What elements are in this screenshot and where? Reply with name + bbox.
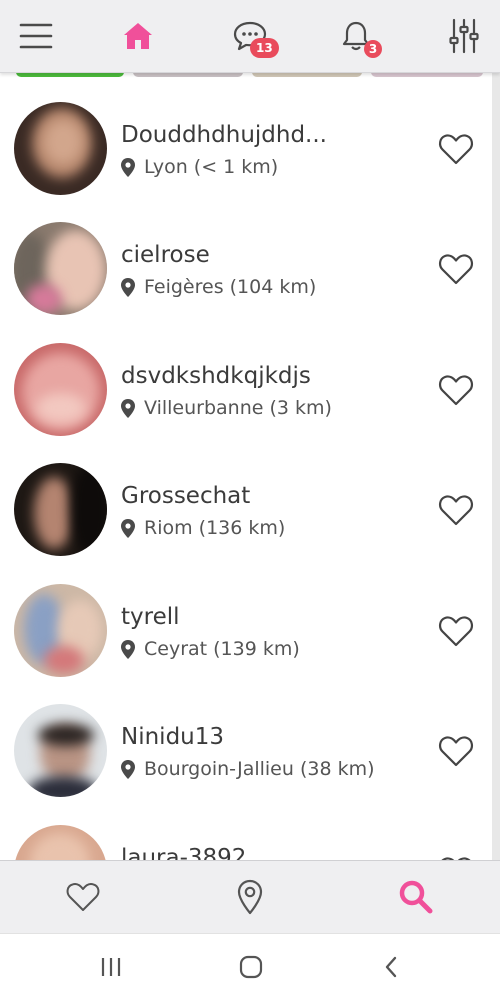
recents-icon[interactable] <box>96 952 126 982</box>
favorite-heart-icon[interactable] <box>438 133 474 165</box>
filters-icon[interactable] <box>442 14 486 58</box>
location-text: Lyon (< 1 km) <box>144 156 279 178</box>
location-pin-icon[interactable] <box>230 877 270 917</box>
location-text: Feigères (104 km) <box>144 276 317 298</box>
profile-name[interactable]: cielrose <box>121 242 210 268</box>
favorite-heart-icon[interactable] <box>438 735 474 767</box>
profile-location: Riom (136 km) <box>121 517 285 539</box>
list-item[interactable]: Grossechat Riom (136 km) <box>0 441 500 561</box>
list-item[interactable]: Douddhdhujdhd... Lyon (< 1 km) <box>0 80 500 200</box>
system-navigation-bar <box>0 933 500 1001</box>
profile-location: Ceyrat (139 km) <box>121 638 300 660</box>
location-text: Ceyrat (139 km) <box>144 638 300 660</box>
avatar[interactable] <box>14 463 107 556</box>
profile-name[interactable]: Grossechat <box>121 483 250 509</box>
bell-icon[interactable]: 3 <box>334 14 382 58</box>
favorites-heart-icon[interactable] <box>63 877 103 917</box>
profile-location: Lyon (< 1 km) <box>121 156 278 178</box>
favorite-heart-icon[interactable] <box>438 253 474 285</box>
profile-name[interactable]: Douddhdhujdhd... <box>121 122 327 148</box>
favorite-heart-icon[interactable] <box>438 494 474 526</box>
profile-location: Bourgoin-Jallieu (38 km) <box>121 758 375 780</box>
list-item[interactable]: cielrose Feigères (104 km) <box>0 200 500 320</box>
location-pin-icon <box>121 759 135 779</box>
back-icon[interactable] <box>376 952 406 982</box>
avatar[interactable] <box>14 584 107 677</box>
top-app-bar: 13 3 <box>0 0 500 73</box>
location-text: Riom (136 km) <box>144 517 286 539</box>
list-item[interactable]: laura-3892 <box>0 803 500 860</box>
profile-name[interactable]: tyrell <box>121 604 180 630</box>
menu-icon[interactable] <box>14 14 58 58</box>
bottom-navigation <box>0 860 500 933</box>
profile-location: Feigères (104 km) <box>121 276 316 298</box>
location-pin-icon <box>121 398 135 418</box>
avatar[interactable] <box>14 825 107 860</box>
list-item[interactable]: dsvdkshdkqjkdjs Villeurbanne (3 km) <box>0 321 500 441</box>
chat-icon[interactable]: 13 <box>228 14 279 58</box>
avatar[interactable] <box>14 704 107 797</box>
avatar[interactable] <box>14 222 107 315</box>
location-pin-icon <box>121 639 135 659</box>
favorite-heart-icon[interactable] <box>438 374 474 406</box>
location-pin-icon <box>121 518 135 538</box>
location-text: Villeurbanne (3 km) <box>144 397 332 419</box>
profile-name[interactable]: Ninidu13 <box>121 724 224 750</box>
search-icon[interactable] <box>396 877 436 917</box>
notifications-badge: 3 <box>364 40 382 58</box>
home-icon[interactable] <box>116 14 160 58</box>
profile-list: Douddhdhujdhd... Lyon (< 1 km) cielrose … <box>0 80 500 860</box>
location-pin-icon <box>121 157 135 177</box>
list-item[interactable]: tyrell Ceyrat (139 km) <box>0 562 500 682</box>
location-text: Bourgoin-Jallieu (38 km) <box>144 758 375 780</box>
list-item[interactable]: Ninidu13 Bourgoin-Jallieu (38 km) <box>0 682 500 802</box>
profile-location: Villeurbanne (3 km) <box>121 397 332 419</box>
favorite-heart-icon[interactable] <box>438 615 474 647</box>
profile-name[interactable]: laura-3892 <box>121 845 246 860</box>
avatar[interactable] <box>14 343 107 436</box>
location-pin-icon <box>121 277 135 297</box>
messages-badge: 13 <box>250 38 279 58</box>
profile-name[interactable]: dsvdkshdkqjkdjs <box>121 363 311 389</box>
home-circle-icon[interactable] <box>236 952 266 982</box>
avatar[interactable] <box>14 102 107 195</box>
